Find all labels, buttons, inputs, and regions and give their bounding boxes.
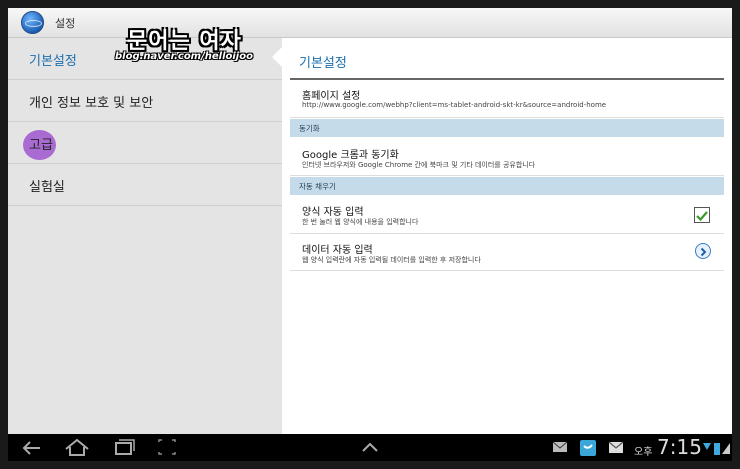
notification-mail-icon[interactable] xyxy=(551,434,569,461)
selection-pointer xyxy=(272,47,282,67)
nav-item-label: 고급 xyxy=(29,138,53,153)
nav-item-label: 기본설정 xyxy=(29,54,77,69)
signal-icon xyxy=(722,443,730,454)
window-title: 설정 xyxy=(55,17,76,30)
pref-summary: 인터넷 브라우저와 Google Chrome 간에 북마크 및 기타 데이터를… xyxy=(302,161,536,169)
pref-title: 데이터 자동 입력 xyxy=(302,245,373,256)
chevron-right-icon[interactable] xyxy=(695,243,711,259)
category-label: 자동 채우기 xyxy=(299,182,336,191)
browser-globe-icon[interactable] xyxy=(21,11,44,34)
system-nav-bar: 오후 7:15 xyxy=(8,434,732,461)
data-autofill-setting[interactable]: 데이터 자동 입력 웹 양식 입력란에 자동 입력될 데이터를 입력한 후 저장… xyxy=(290,234,724,271)
home-icon[interactable] xyxy=(63,434,91,461)
form-autofill-checkbox[interactable] xyxy=(694,207,710,223)
nav-item-privacy-security[interactable]: 개인 정보 보호 및 보안 xyxy=(8,80,282,122)
chrome-sync-setting[interactable]: Google 크롬과 동기화 인터넷 브라우저와 Google Chrome 간… xyxy=(290,138,724,176)
checkmark-icon xyxy=(696,211,708,222)
nav-item-labs[interactable]: 실험실 xyxy=(8,164,282,206)
screenshot-icon[interactable] xyxy=(155,434,179,461)
chevron-up-icon[interactable] xyxy=(358,434,382,461)
battery-icon xyxy=(714,443,720,455)
nav-item-label: 실험실 xyxy=(29,180,65,195)
settings-category-list: 기본설정 개인 정보 보호 및 보안 고급 실험실 xyxy=(8,38,282,434)
clock[interactable]: 7:15 xyxy=(657,435,702,459)
back-icon[interactable] xyxy=(20,434,44,461)
twitter-icon[interactable] xyxy=(579,434,597,461)
nav-item-label: 개인 정보 보호 및 보안 xyxy=(29,96,154,111)
category-label: 동기화 xyxy=(299,124,320,133)
watermark-url: blog.naver.com/helloijoo xyxy=(115,51,253,62)
wifi-icon xyxy=(703,443,711,450)
settings-detail-pane: 기본설정 홈페이지 설정 http://www.google.com/webhp… xyxy=(282,38,732,434)
pref-summary: http://www.google.com/webhp?client=ms-ta… xyxy=(302,101,607,109)
category-autofill: 자동 채우기 xyxy=(290,177,724,195)
detail-header: 기본설정 xyxy=(299,56,347,71)
time-ampm: 오후 xyxy=(634,447,653,458)
nav-item-advanced[interactable]: 고급 xyxy=(8,122,282,164)
gmail-icon[interactable] xyxy=(607,434,625,461)
header-divider xyxy=(290,78,724,80)
recent-apps-icon[interactable] xyxy=(112,434,136,461)
pref-summary: 웹 양식 입력란에 자동 입력될 데이터를 입력한 후 저장합니다 xyxy=(302,256,481,264)
pref-title: Google 크롬과 동기화 xyxy=(302,150,399,161)
chevron-glyph xyxy=(700,247,707,257)
homepage-setting[interactable]: 홈페이지 설정 http://www.google.com/webhp?clie… xyxy=(290,82,724,118)
pref-title: 양식 자동 입력 xyxy=(302,207,364,218)
pref-title: 홈페이지 설정 xyxy=(302,91,361,102)
title-bar: 설정 xyxy=(8,8,732,38)
form-autofill-setting[interactable]: 양식 자동 입력 한 번 눌러 웹 양식에 내용을 입력합니다 xyxy=(290,196,724,234)
pref-summary: 한 번 눌러 웹 양식에 내용을 입력합니다 xyxy=(302,218,419,226)
category-sync: 동기화 xyxy=(290,119,724,137)
